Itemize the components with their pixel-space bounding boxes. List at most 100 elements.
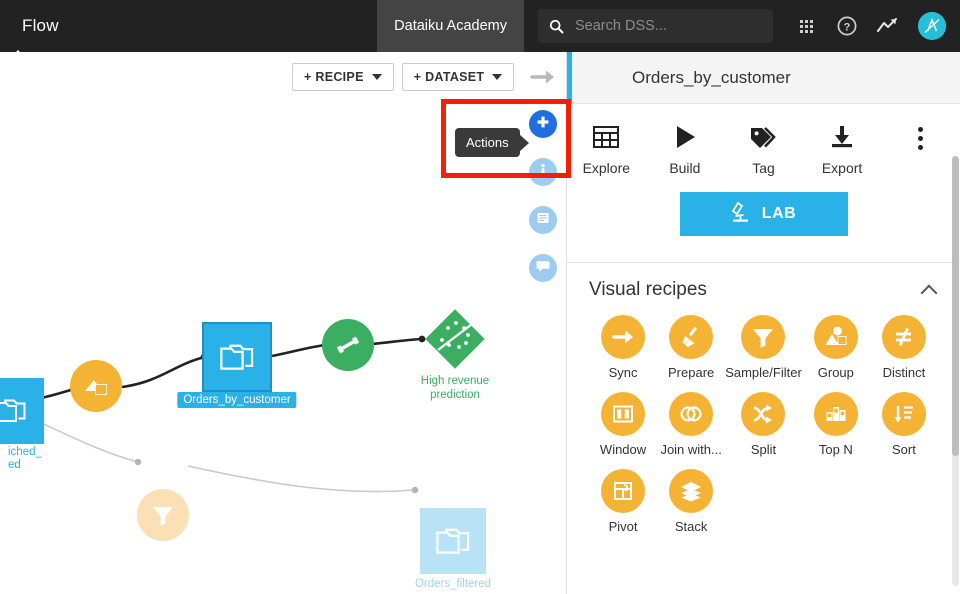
recipe-label: Prepare [668, 365, 715, 380]
recipe-label: Window [599, 442, 647, 457]
dataset-square-icon [0, 378, 44, 444]
lab-button-label: LAB [761, 205, 797, 222]
info-icon [535, 162, 551, 183]
chat-icon [535, 258, 551, 279]
more-actions-button[interactable] [881, 124, 960, 150]
sidebar-item-actions[interactable] [529, 110, 557, 138]
recipe-prepare[interactable]: Prepare [657, 315, 725, 380]
flow-node-orders-filtered[interactable]: Orders_filtered [415, 508, 491, 590]
label-chip-text: Orders_by_customer [177, 392, 297, 408]
recipe-label: Stack [674, 519, 708, 534]
tag-label: Tag [752, 160, 775, 176]
download-icon [828, 124, 856, 153]
sidebar-item-details[interactable] [529, 158, 557, 186]
flow-node-orders-enriched[interactable]: iched_ ed [0, 378, 44, 471]
chevron-up-icon[interactable] [920, 284, 938, 301]
recipe-sample-filter[interactable]: Sample/Filter [725, 315, 802, 380]
add-recipe-label: + RECIPE [304, 70, 364, 84]
visual-recipes-title: Visual recipes [589, 279, 707, 300]
export-button[interactable]: Export [803, 124, 882, 176]
recipe-top-n[interactable]: Top N [802, 392, 870, 457]
explore-button[interactable]: Explore [567, 124, 646, 176]
recipe-group[interactable]: Group [802, 315, 870, 380]
chevron-down-icon [492, 74, 503, 80]
flow-node-orders-by-customer[interactable]: Orders_by_customer [177, 322, 297, 408]
scrollbar-thumb[interactable] [952, 156, 959, 456]
label-line-1: High revenue [420, 375, 490, 387]
apps-grid-icon[interactable] [795, 15, 817, 37]
recipe-label: Sort [892, 442, 916, 457]
split-arrows-icon [741, 392, 786, 436]
flow-node-filter-recipe[interactable] [137, 489, 189, 541]
venn-icon [669, 392, 714, 436]
broom-icon [669, 315, 714, 359]
flow-node-label-orders-by-customer: Orders_by_customer [177, 392, 297, 408]
recipe-label: Top N [818, 442, 853, 457]
recipe-label: Sync [608, 365, 638, 380]
flow-node-join-recipe[interactable] [70, 360, 122, 412]
sidebar-item-summary[interactable] [529, 206, 557, 234]
panel-scrollbar[interactable] [952, 156, 959, 586]
help-icon[interactable]: ? [836, 15, 858, 37]
podium-icon [813, 392, 858, 436]
recipe-stack[interactable]: Stack [657, 469, 725, 534]
recipe-distinct[interactable]: Distinct [870, 315, 938, 380]
recipe-label: Pivot [608, 519, 638, 534]
svg-text:?: ? [844, 22, 851, 34]
dataset-square-icon [420, 508, 486, 574]
model-diamond-icon [418, 302, 492, 376]
top-navigation-bar: Flow Dataiku Academy ? [0, 0, 960, 58]
search-box[interactable] [538, 9, 773, 43]
chevron-down-icon [371, 74, 382, 80]
recipe-label: Group [817, 365, 854, 380]
avatar[interactable] [918, 12, 946, 40]
recipe-label: Distinct [882, 365, 926, 380]
page-title[interactable]: Flow [0, 16, 59, 58]
panel-actions-row: Explore Build Tag Export [567, 104, 960, 192]
recipe-pivot[interactable]: Pivot [589, 469, 657, 534]
pivot-icon [601, 469, 646, 513]
trending-chart-icon[interactable] [877, 15, 899, 37]
dataiku-academy-tab[interactable]: Dataiku Academy [377, 0, 524, 52]
visual-recipes-grid: Sync Prepare Sample/Filter Group Distinc… [589, 315, 938, 534]
export-label: Export [821, 160, 863, 176]
build-label: Build [669, 160, 701, 176]
collapse-arrow-icon[interactable] [530, 64, 556, 90]
actions-tooltip-label: Actions [466, 135, 509, 150]
lab-button-wrapper: LAB [567, 192, 960, 262]
flow-node-train-recipe[interactable] [322, 319, 374, 371]
add-recipe-button[interactable]: + RECIPE [292, 63, 394, 91]
filter-recipe-icon [137, 489, 189, 541]
table-icon [592, 124, 620, 153]
label-line-1: iched_ [8, 446, 42, 458]
visual-recipes-header[interactable]: Visual recipes [589, 279, 938, 315]
explore-label: Explore [582, 160, 631, 176]
build-button[interactable]: Build [646, 124, 725, 176]
not-equal-icon [881, 315, 926, 359]
lab-button[interactable]: LAB [679, 192, 848, 236]
tag-button[interactable]: Tag [724, 124, 803, 176]
plus-icon [535, 114, 551, 135]
recipe-split[interactable]: Split [725, 392, 802, 457]
label-line-2: ed [8, 459, 21, 471]
recipe-join[interactable]: Join with... [657, 392, 725, 457]
recipe-label: Join with... [660, 442, 722, 457]
dss-flow-screen: Flow Dataiku Academy ? [0, 0, 960, 594]
flow-canvas[interactable]: + RECIPE + DATASET iched_ ed Orders_by_c… [0, 52, 520, 594]
columns-icon [601, 392, 646, 436]
train-recipe-icon [322, 319, 374, 371]
actions-tooltip: Actions [455, 128, 520, 157]
flow-node-high-revenue-prediction[interactable]: High revenue prediction [418, 302, 492, 401]
page-title-label: Flow [22, 16, 59, 35]
funnel-icon [741, 315, 786, 359]
flow-node-label-orders-filtered: Orders_filtered [415, 578, 491, 590]
search-input[interactable] [575, 18, 762, 34]
topbar-icon-group: ? [773, 12, 960, 40]
dataset-square-icon [202, 322, 272, 392]
recipe-sort[interactable]: Sort [870, 392, 938, 457]
add-dataset-button[interactable]: + DATASET [401, 63, 515, 91]
sidebar-item-discussions[interactable] [529, 254, 557, 282]
label-line-2: prediction [430, 389, 480, 401]
recipe-window[interactable]: Window [589, 392, 657, 457]
recipe-sync[interactable]: Sync [589, 315, 657, 380]
